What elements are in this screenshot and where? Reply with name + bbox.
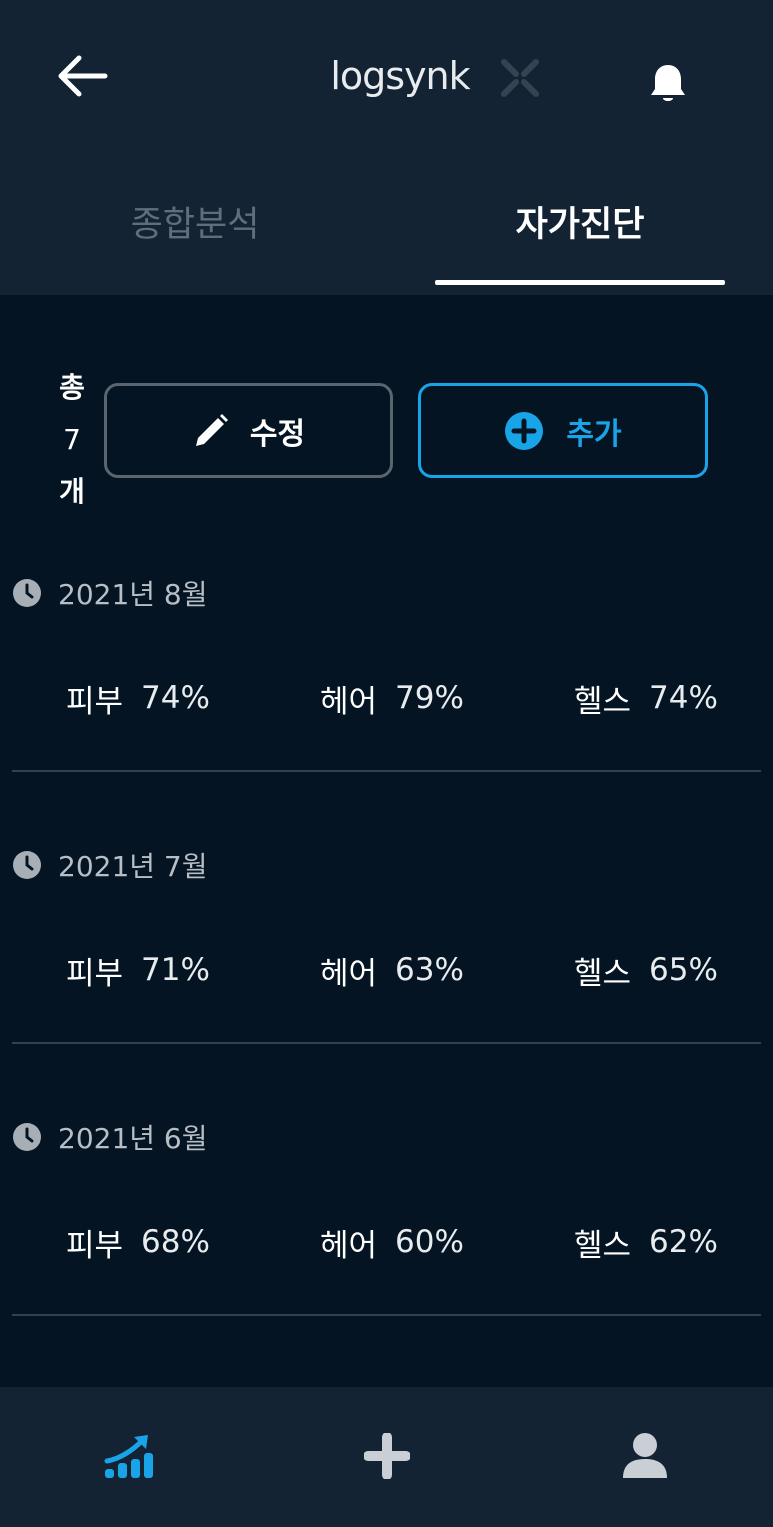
record-date: 2021년 8월 xyxy=(12,573,208,613)
app-header: logsynk 종합분석 자가진단 xyxy=(0,0,773,295)
logo-mark-icon xyxy=(501,59,539,97)
active-tab-indicator xyxy=(435,280,725,285)
metric-value: 79% xyxy=(395,680,464,716)
metric-value: 63% xyxy=(395,952,464,988)
metric-health: 헬스 74% xyxy=(574,673,718,723)
divider xyxy=(12,770,761,772)
total-count: 총 7 개 xyxy=(50,362,94,518)
plus-circle-icon xyxy=(505,411,544,450)
tab-self-diagnosis[interactable]: 자가진단 xyxy=(435,186,725,256)
chart-trend-icon xyxy=(104,1435,153,1478)
metric-name: 헤어 xyxy=(320,955,378,992)
record-date-text: 2021년 8월 xyxy=(58,578,208,611)
metric-skin: 피부 74% xyxy=(66,673,210,723)
notification-button[interactable] xyxy=(640,58,696,110)
metric-name: 헬스 xyxy=(574,955,632,992)
metric-name: 헤어 xyxy=(320,683,378,720)
divider xyxy=(12,1042,761,1044)
add-label: 추가 xyxy=(566,416,622,452)
metric-skin: 피부 68% xyxy=(66,1217,210,1267)
record-date-text: 2021년 7월 xyxy=(58,850,208,883)
metric-hair: 헤어 63% xyxy=(320,945,464,995)
record-date: 2021년 6월 xyxy=(12,1117,208,1157)
metric-health: 헬스 62% xyxy=(574,1217,718,1267)
metric-name: 피부 xyxy=(66,683,124,720)
metric-name: 헤어 xyxy=(320,1227,378,1264)
nav-stats[interactable] xyxy=(94,1421,164,1491)
logo-text: logsynk xyxy=(330,54,470,98)
bell-icon xyxy=(651,65,685,101)
nav-add[interactable] xyxy=(352,1421,422,1491)
record-item[interactable]: 2021년 7월 피부 71% 헤어 63% 헬스 65% xyxy=(0,845,773,1117)
metric-health: 헬스 65% xyxy=(574,945,718,995)
record-date: 2021년 7월 xyxy=(12,845,208,885)
metric-value: 62% xyxy=(649,1224,718,1260)
bottom-navigation xyxy=(0,1387,773,1527)
record-date-text: 2021년 6월 xyxy=(58,1122,208,1155)
metric-hair: 헤어 79% xyxy=(320,673,464,723)
back-button[interactable] xyxy=(50,50,114,102)
plus-icon xyxy=(364,1433,410,1479)
metric-name: 헬스 xyxy=(574,683,632,720)
metric-value: 74% xyxy=(141,680,210,716)
arrow-left-icon xyxy=(58,55,108,97)
metric-value: 68% xyxy=(141,1224,210,1260)
record-item[interactable]: 2021년 6월 피부 68% 헤어 60% 헬스 62% xyxy=(0,1117,773,1389)
metric-value: 60% xyxy=(395,1224,464,1260)
pencil-icon xyxy=(195,413,228,446)
divider xyxy=(12,1314,761,1316)
edit-label: 수정 xyxy=(249,416,306,452)
metric-value: 71% xyxy=(141,952,210,988)
metric-hair: 헤어 60% xyxy=(320,1217,464,1267)
metric-name: 헬스 xyxy=(574,1227,632,1264)
user-icon xyxy=(623,1433,667,1478)
clock-icon xyxy=(13,1123,41,1151)
count-prefix: 총 xyxy=(59,371,85,404)
metric-skin: 피부 71% xyxy=(66,945,210,995)
clock-icon xyxy=(13,851,41,879)
metric-value: 74% xyxy=(649,680,718,716)
clock-icon xyxy=(13,579,41,607)
record-item[interactable]: 2021년 8월 피부 74% 헤어 79% 헬스 74% xyxy=(0,573,773,845)
tab-analysis[interactable]: 종합분석 xyxy=(50,186,340,256)
metric-name: 피부 xyxy=(66,1227,124,1264)
nav-profile[interactable] xyxy=(610,1421,680,1491)
add-button[interactable]: 추가 xyxy=(418,383,708,478)
metric-value: 65% xyxy=(649,952,718,988)
metric-name: 피부 xyxy=(66,955,124,992)
count-value: 7 xyxy=(63,423,81,456)
count-suffix: 개 xyxy=(59,475,85,508)
app-logo: logsynk xyxy=(300,46,500,106)
edit-button[interactable]: 수정 xyxy=(104,383,393,478)
